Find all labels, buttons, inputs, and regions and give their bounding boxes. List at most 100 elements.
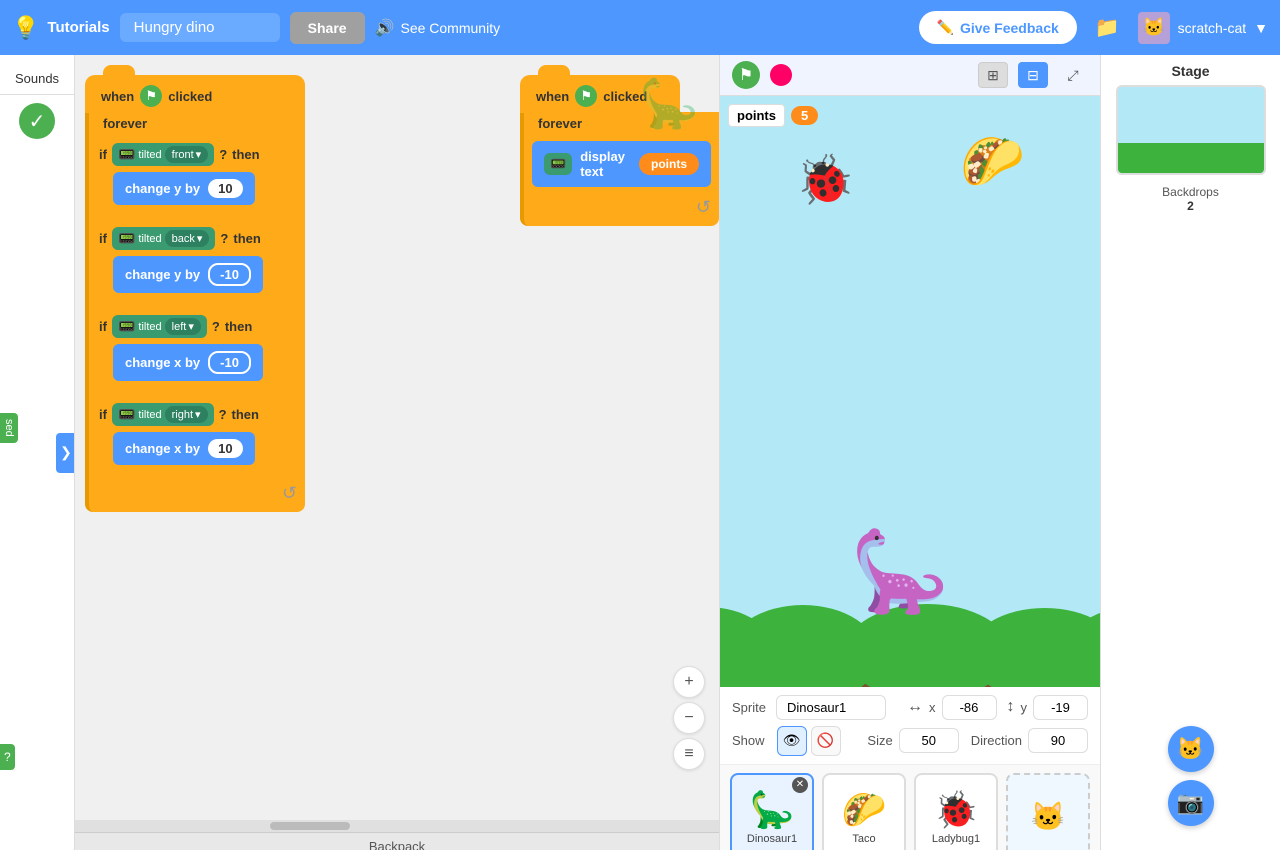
sounds-tab[interactable]: Sounds [0,63,74,95]
logo-icon: 💡 [12,15,39,41]
camera-action-btn[interactable]: 📷 [1168,780,1214,826]
sprite-close-btn[interactable]: ✕ [792,777,808,793]
size-input[interactable] [899,728,959,753]
taco-sprite: 🌮 [960,131,1025,192]
fullscreen-btn[interactable]: ⤢ [1058,62,1088,88]
ladybug-thumb-emoji: 🐞 [934,789,979,831]
show-label: Show [732,733,765,748]
points-block-tag[interactable]: points [639,153,699,175]
loop-arrow-2: ↺ [696,197,711,218]
taco-thumb-label: Taco [852,833,875,845]
sprite-thumbnails: ✕ 🦕 Dinosaur1 🌮 Taco 🐞 Ladybug1 🐱 [720,765,1100,850]
stage-canvas: points 5 🦕 [720,96,1100,687]
when-clicked-block[interactable]: when ⚑ clicked [85,75,305,113]
user-avatar: 🐱 [1138,12,1170,44]
sprite-thumb-dinosaur[interactable]: ✕ 🦕 Dinosaur1 [730,773,814,850]
y-input[interactable] [1033,695,1088,720]
community-button[interactable]: 🔊 See Community [375,18,501,38]
val-neg10: -10 [208,263,251,286]
micro-icon-front: 📟 [118,146,135,163]
sprite-info-row2: Show 👁 🚫 Size Direction [732,726,1088,756]
green-side-btn1[interactable]: sed [0,413,18,443]
micro-icon-right: 📟 [118,406,135,423]
points-text: points [728,104,785,127]
nav-logo: 💡 Tutorials [12,15,110,41]
sprite-name-input[interactable] [776,695,886,720]
layout-btn-1[interactable]: ⊞ [978,62,1008,88]
main-layout: Sounds ✓ ❯ sed ? when ⚑ clicked forever [0,55,1280,850]
flag-icon2: ⚑ [575,85,597,107]
sensor-left[interactable]: 📟 tilted left ▾ [112,315,207,338]
back-dropdown[interactable]: back ▾ [165,230,210,247]
y-coord-group: ↕ y [1007,695,1089,720]
change-x-right[interactable]: change x by 10 [113,432,255,465]
zoom-in-btn[interactable]: + [673,666,705,698]
y-arrows-icon: ↕ [1007,698,1015,716]
forever-block[interactable]: forever [85,112,305,135]
direction-group: Direction [971,728,1088,753]
change-x-left[interactable]: change x by -10 [113,344,263,381]
share-button[interactable]: Share [290,12,365,44]
scrollbar-thumb[interactable] [270,822,350,830]
micro-icon-display: 📟 [544,153,572,175]
dropdown-arrow-left: ▾ [188,320,194,333]
sensor-front[interactable]: 📟 tilted front ▾ [112,143,214,166]
show-hidden-btn[interactable]: 🚫 [811,726,841,756]
sprite-label: Sprite [732,700,766,715]
add-sprite-btn[interactable]: 🐱 [1006,773,1090,850]
stop-btn[interactable] [770,64,792,86]
user-menu[interactable]: 🐱 scratch-cat ▼ [1138,12,1268,44]
backpack-label[interactable]: Backpack [75,832,719,850]
dropdown-arrow-back: ▾ [197,232,203,245]
project-name-input[interactable] [120,13,280,42]
check-badge: ✓ [19,103,55,139]
sprite-thumb-taco[interactable]: 🌮 Taco [822,773,906,850]
right-dropdown[interactable]: right ▾ [165,406,208,423]
right-panel: ⚑ ⊞ ⊟ ⤢ points 5 [720,55,1280,850]
x-input[interactable] [942,695,997,720]
sprite-thumb-ladybug[interactable]: 🐞 Ladybug1 [914,773,998,850]
backdrops-info: Backdrops 2 [1162,179,1219,213]
ladybug-thumb-label: Ladybug1 [932,833,980,845]
green-flag-btn[interactable]: ⚑ [732,61,760,89]
change-y-front[interactable]: change y by 10 [113,172,255,205]
tutorials-btn[interactable]: Tutorials [47,19,109,36]
points-value: 5 [791,106,818,125]
main-script: when ⚑ clicked forever if 📟 tilted front… [85,75,305,512]
x-arrows-icon: ↔ [907,698,923,716]
top-nav: 💡 Tutorials Share 🔊 See Community ✏️ Giv… [0,0,1280,55]
sprite-info-row1: Sprite ↔ x ↕ y [732,695,1088,720]
sprite-info-panel: Sprite ↔ x ↕ y [720,687,1100,765]
folder-button[interactable]: 📁 [1087,11,1128,44]
micro-icon-left: 📟 [118,318,135,335]
flag-icon: ⚑ [140,85,162,107]
stage-thumbnail[interactable] [1116,85,1266,175]
dino-sprite: 🦕 [850,532,950,612]
when-label: when [101,89,134,104]
display-text-action[interactable]: 📟 display text points [532,141,711,187]
change-y-back[interactable]: change y by -10 [113,256,263,293]
sensor-right[interactable]: 📟 tilted right ▾ [112,403,214,426]
taco-thumb-emoji: 🌮 [842,789,887,831]
sensor-back[interactable]: 📟 tilted back ▾ [112,227,215,250]
direction-input[interactable] [1028,728,1088,753]
front-dropdown[interactable]: front ▾ [165,146,209,163]
sidebar-collapse-btn[interactable]: ❯ [56,433,75,473]
zoom-options-btn[interactable]: ≡ [673,738,705,770]
stage-panel-label: Stage [1171,63,1209,79]
if-back-block: if 📟 tilted back ▾ ? then change y by -1… [85,219,305,301]
backdrops-label: Backdrops [1162,185,1219,199]
if-right-block: if 📟 tilted right ▾ ? then change x by 1… [85,395,305,473]
show-visible-btn[interactable]: 👁 [777,726,807,756]
feedback-button[interactable]: ✏️ Give Feedback [919,11,1077,44]
layout-btn-2[interactable]: ⊟ [1018,62,1048,88]
left-dropdown[interactable]: left ▾ [165,318,201,335]
add-sprite-icon: 🐱 [1031,800,1066,833]
green-side-btn2[interactable]: ? [0,744,15,770]
left-sidebar: Sounds ✓ ❯ sed ? [0,55,75,850]
code-canvas[interactable]: when ⚑ clicked forever if 📟 tilted front… [75,55,719,820]
if-front-block: if 📟 tilted front ▾ ? then change y by 1… [85,135,305,213]
zoom-out-btn[interactable]: − [673,702,705,734]
code-scrollbar[interactable] [75,820,719,832]
cat-action-btn[interactable]: 🐱 [1168,726,1214,772]
